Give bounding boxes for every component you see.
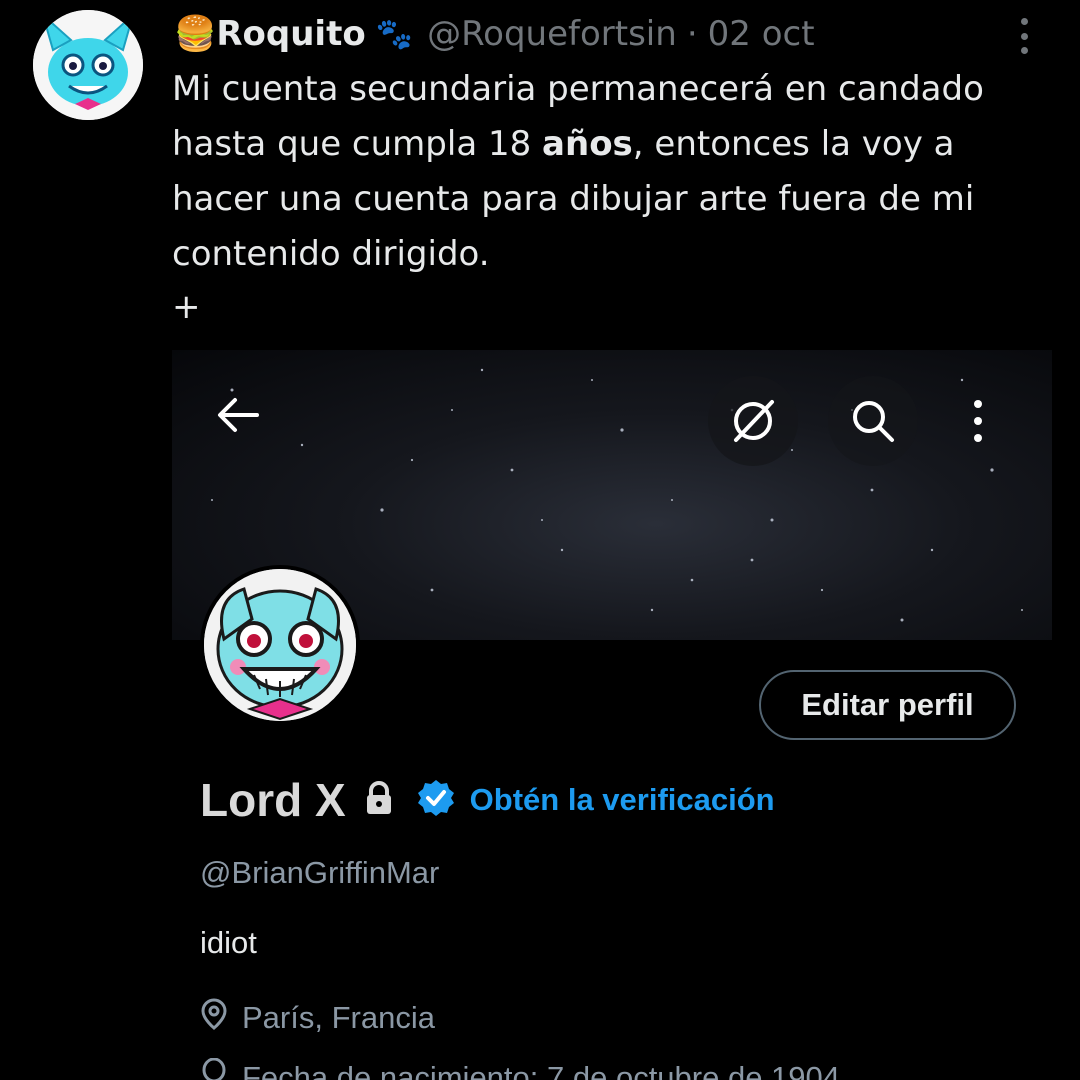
grok-icon[interactable] (708, 376, 798, 466)
profile-avatar[interactable] (200, 565, 360, 725)
more-vertical-icon[interactable] (958, 386, 998, 456)
author-avatar[interactable] (33, 10, 143, 120)
profile-location-text: París, Francia (242, 1000, 435, 1035)
search-icon[interactable] (828, 376, 918, 466)
balloon-icon (200, 1057, 228, 1080)
profile-birthday-text: Fecha de nacimiento: 7 de octubre de 190… (242, 1060, 841, 1080)
tweet-date[interactable]: 02 oct (708, 14, 815, 54)
profile-display-name: Lord X (200, 774, 346, 826)
author-name-text: Roquito (216, 14, 366, 54)
location-pin-icon (200, 998, 228, 1038)
get-verified-text: Obtén la verificación (469, 782, 775, 817)
paw-emoji: 🐾 (375, 16, 414, 52)
arrow-left-icon[interactable] (212, 390, 262, 440)
profile-location: París, Francia (200, 998, 435, 1038)
edit-profile-button[interactable]: Editar perfil (759, 670, 1016, 740)
burger-emoji: 🍔 (174, 14, 217, 54)
meta-separator: · (686, 14, 698, 54)
author-name[interactable]: 🍔 Roquito 🐾 (174, 14, 413, 54)
tweet-text-bold: años (542, 124, 633, 164)
author-handle[interactable]: @Roquefortsin (427, 14, 677, 54)
more-vertical-icon[interactable] (1012, 18, 1036, 54)
profile-bio: idiot (200, 925, 257, 960)
lock-icon (364, 780, 394, 820)
verified-badge-icon (416, 778, 456, 823)
tweet-text: Mi cuenta secundaria permanecerá en cand… (172, 62, 1052, 282)
profile-handle: @BrianGriffinMar (200, 855, 440, 890)
tweet-media-image[interactable]: Editar perfil Lord X Obtén la verificaci… (172, 350, 1052, 1080)
profile-name-row: Lord X Obtén la verificación (200, 770, 775, 830)
tweet-continuation: + (172, 287, 201, 327)
get-verified-link[interactable]: Obtén la verificación (416, 778, 775, 823)
tweet-header: 🍔 Roquito 🐾 @Roquefortsin · 02 oct (174, 12, 894, 56)
profile-birthday: Fecha de nacimiento: 7 de octubre de 190… (200, 1057, 841, 1080)
